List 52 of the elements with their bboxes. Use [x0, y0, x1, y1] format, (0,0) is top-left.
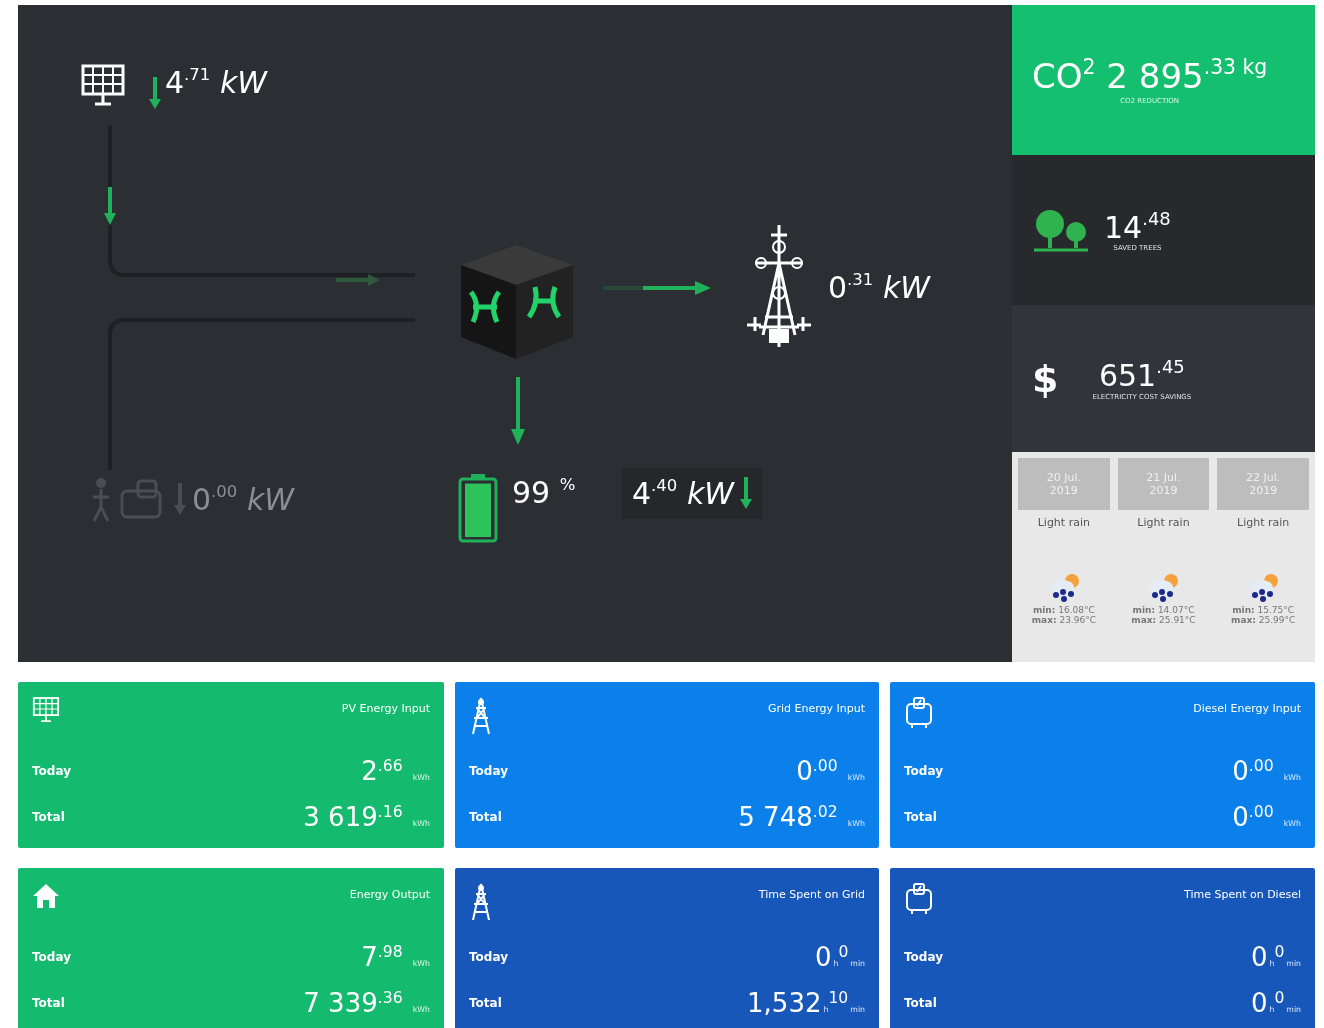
- row-label: Today: [32, 764, 71, 778]
- battery-percent: 99 $^{%}$: [512, 475, 576, 511]
- card-title: PV Energy Input: [341, 702, 430, 715]
- max-temperature: max: 25.99°C: [1231, 615, 1296, 625]
- card-title: Time Spent on Grid: [758, 888, 865, 901]
- card-title: Energy Output: [349, 888, 430, 901]
- trees-icon: [1032, 208, 1090, 252]
- generator-icon: [904, 696, 934, 730]
- grid-power-reading: 0$^{.31}$ kW: [828, 270, 930, 306]
- solar-panel-icon: [32, 696, 60, 722]
- arrow-down-icon: [174, 483, 186, 517]
- person-icon: [90, 477, 112, 523]
- row-label: Today: [32, 950, 71, 964]
- row-label: Total: [904, 810, 937, 824]
- battery-power-reading: 4$^{.40}$ kW: [632, 476, 734, 512]
- row-label: Total: [32, 996, 65, 1010]
- max-temperature: max: 25.91°C: [1131, 615, 1196, 625]
- generator-power-reading: 0$^{.00}$ kW: [192, 482, 294, 518]
- weather-condition: Light rain: [1037, 516, 1090, 529]
- solar-panel-icon: [80, 63, 126, 107]
- rain-cloud-icon: [1246, 573, 1281, 603]
- pv-power-reading: 4$^{.71}$ kW: [165, 65, 267, 101]
- flow-arrow: [336, 273, 382, 287]
- power-tower-icon: [469, 882, 493, 922]
- row-label: Total: [469, 810, 502, 824]
- weather-condition: Light rain: [1237, 516, 1290, 529]
- generator-icon: [904, 882, 934, 916]
- row-label: Total: [904, 996, 937, 1010]
- stat-value: CO$^{2}$ 2 895$^{.33 kg}$: [1032, 55, 1268, 97]
- card-title: Diesel Energy Input: [1193, 702, 1301, 715]
- max-temperature: max: 23.96°C: [1031, 615, 1096, 625]
- row-label: Today: [904, 764, 943, 778]
- stat-value: 651$^{.45}$: [1098, 356, 1185, 393]
- flow-arrow: [511, 377, 525, 447]
- row-label: Total: [469, 996, 502, 1010]
- power-tower-icon: [469, 696, 493, 736]
- stat-value: 14$^{.48}$: [1104, 207, 1171, 245]
- row-label: Today: [469, 950, 508, 964]
- min-temperature: min: 15.75°C: [1232, 605, 1295, 615]
- min-temperature: min: 14.07°C: [1132, 605, 1195, 615]
- rain-cloud-icon: [1146, 573, 1181, 603]
- card-title: Grid Energy Input: [767, 702, 865, 715]
- dollar-sign: $: [1032, 356, 1059, 401]
- row-label: Total: [32, 810, 65, 824]
- weather-condition: Light rain: [1137, 516, 1190, 529]
- arrow-down-icon: [739, 476, 752, 511]
- flow-arrow: [104, 187, 116, 227]
- card-title: Time Spent on Diesel: [1184, 888, 1301, 901]
- row-label: Today: [904, 950, 943, 964]
- arrow-down-icon: [149, 77, 161, 111]
- row-label: Today: [469, 764, 508, 778]
- min-temperature: min: 16.08°C: [1032, 605, 1095, 615]
